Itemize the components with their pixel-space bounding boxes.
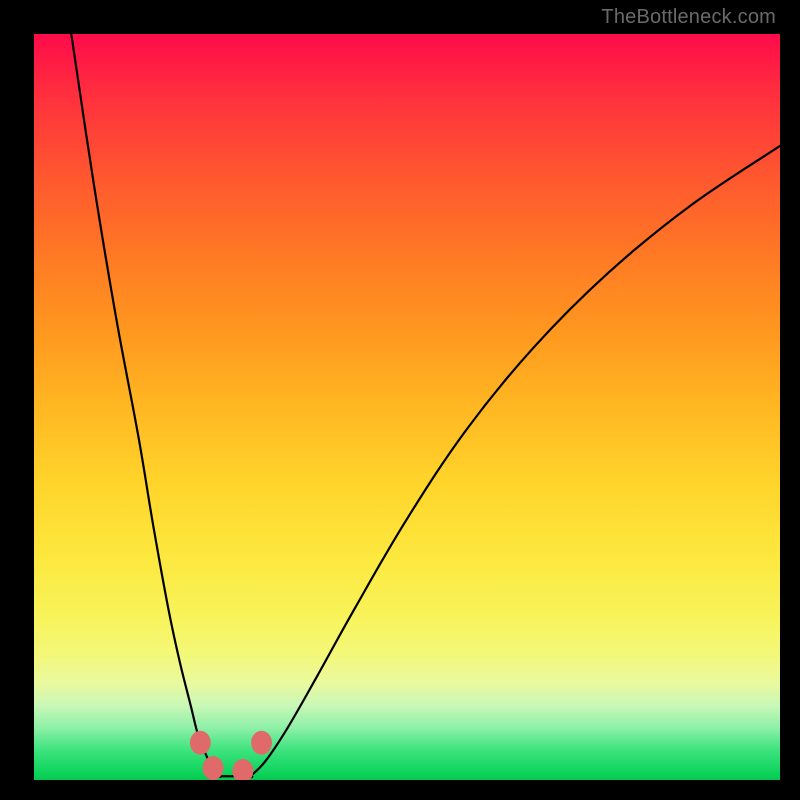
watermark-text: TheBottleneck.com	[601, 6, 776, 29]
curve-marker-1	[203, 756, 224, 780]
curve-marker-0	[190, 731, 211, 755]
chart-frame: TheBottleneck.com	[0, 0, 800, 800]
bottleneck-curve	[71, 34, 780, 777]
curve-marker-3	[251, 731, 272, 755]
plot-area	[34, 34, 780, 780]
curve-marker-2	[232, 759, 253, 780]
chart-svg	[34, 34, 780, 780]
